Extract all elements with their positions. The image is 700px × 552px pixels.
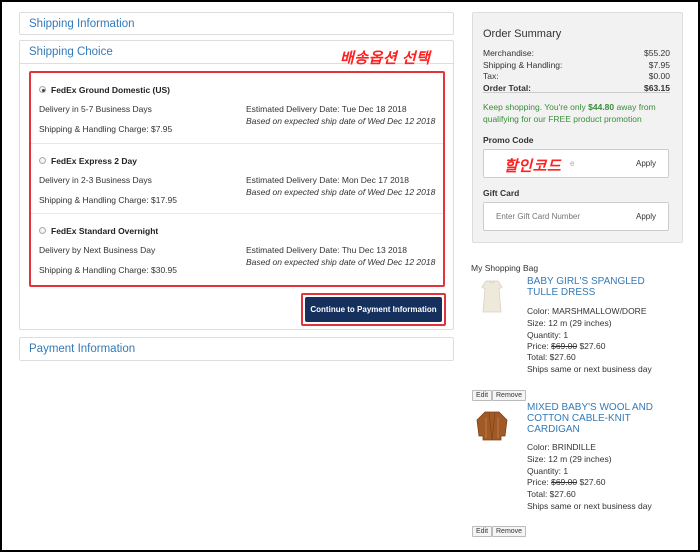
option-based-on: Based on expected ship date of Wed Dec 1…: [246, 187, 436, 197]
product-color: Color: BRINDILLE: [527, 442, 596, 452]
payment-information-panel[interactable]: Payment Information: [19, 337, 454, 361]
product-total: Total: $27.60: [527, 352, 576, 362]
option-charge: Shipping & Handling Charge: $17.95: [39, 195, 177, 205]
gift-card-label: Gift Card: [483, 188, 520, 198]
row-value: $55.20: [644, 48, 670, 58]
gift-card-group: Apply: [483, 202, 669, 231]
shipping-information-panel[interactable]: Shipping Information: [19, 12, 454, 35]
old-price: $69.00: [551, 477, 578, 487]
continue-to-payment-button[interactable]: Continue to Payment Information: [305, 297, 442, 322]
shipping-option-overnight[interactable]: FedEx Standard Overnight Delivery by Nex…: [31, 213, 443, 283]
new-price: $27.60: [577, 341, 606, 351]
row-value: $7.95: [648, 60, 670, 70]
product-price: Price: $69.00 $27.60: [527, 341, 605, 351]
promo-placeholder-tail: e: [570, 159, 575, 168]
option-name: FedEx Standard Overnight: [51, 226, 159, 236]
option-based-on: Based on expected ship date of Wed Dec 1…: [246, 257, 436, 267]
product-name[interactable]: BABY GIRL'S SPANGLED TULLE DRESS: [527, 276, 677, 298]
option-delivery: Delivery in 5-7 Business Days: [39, 104, 152, 114]
option-name: FedEx Ground Domestic (US): [51, 85, 171, 95]
row-value: $0.00: [648, 71, 670, 81]
bag-item-cardigan: MIXED BABY'S WOOL AND COTTON CABLE-KNIT …: [470, 402, 680, 538]
payment-information-title[interactable]: Payment Information: [20, 338, 453, 360]
row-label: Merchandise:: [483, 48, 535, 58]
shipping-row: Shipping & Handling: $7.95: [483, 60, 670, 70]
product-name[interactable]: MIXED BABY'S WOOL AND COTTON CABLE-KNIT …: [527, 402, 677, 435]
edit-button[interactable]: Edit: [472, 526, 493, 537]
merchandise-row: Merchandise: $55.20: [483, 48, 670, 58]
shipping-option-express[interactable]: FedEx Express 2 Day Delivery in 2-3 Busi…: [31, 143, 443, 213]
shipping-option-annotation: 배송옵션 선택: [340, 50, 431, 67]
option-estimated-date: Estimated Delivery Date: Tue Dec 18 2018: [246, 104, 407, 114]
product-image-dress[interactable]: [472, 276, 512, 316]
option-delivery: Delivery in 2-3 Business Days: [39, 175, 152, 185]
option-estimated-date: Estimated Delivery Date: Mon Dec 17 2018: [246, 175, 409, 185]
product-quantity: Quantity: 1: [527, 330, 569, 340]
gift-card-input[interactable]: [484, 203, 625, 230]
shopping-bag-title: My Shopping Bag: [471, 263, 539, 273]
product-quantity: Quantity: 1: [527, 466, 569, 476]
price-label: Price:: [527, 477, 552, 487]
summary-divider: [483, 92, 670, 93]
order-summary-title: Order Summary: [483, 28, 562, 40]
shipping-option-ground[interactable]: FedEx Ground Domestic (US) Delivery in 5…: [31, 73, 443, 143]
radio-ground[interactable]: [39, 86, 46, 93]
promo-msg-amount: $44.80: [588, 102, 615, 112]
row-label: Shipping & Handling:: [483, 60, 563, 70]
price-label: Price:: [527, 341, 552, 351]
old-price: $69.00: [551, 341, 578, 351]
radio-express[interactable]: [39, 157, 46, 164]
bag-item-dress: BABY GIRL'S SPANGLED TULLE DRESS Color: …: [470, 276, 680, 406]
option-charge: Shipping & Handling Charge: $7.95: [39, 124, 173, 134]
option-delivery: Delivery by Next Business Day: [39, 245, 156, 255]
product-price: Price: $69.00 $27.60: [527, 477, 605, 487]
option-estimated-date: Estimated Delivery Date: Thu Dec 13 2018: [246, 245, 407, 255]
gift-apply-button[interactable]: Apply: [624, 203, 668, 230]
promo-code-group: 할인코드 e Apply: [483, 149, 669, 178]
radio-overnight[interactable]: [39, 227, 46, 234]
product-total: Total: $27.60: [527, 489, 576, 499]
promo-apply-button[interactable]: Apply: [624, 150, 668, 177]
product-ships: Ships same or next business day: [527, 364, 652, 374]
promotion-message: Keep shopping. You're only $44.80 away f…: [483, 101, 670, 125]
option-name: FedEx Express 2 Day: [51, 156, 137, 166]
option-based-on: Based on expected ship date of Wed Dec 1…: [246, 116, 436, 126]
promo-code-annotation: 할인코드: [504, 158, 562, 175]
product-size: Size: 12 m (29 inches): [527, 454, 612, 464]
remove-button[interactable]: Remove: [492, 390, 527, 401]
shipping-choice-panel: Shipping Choice 배송옵션 선택 FedEx Ground Dom…: [19, 40, 454, 330]
remove-button[interactable]: Remove: [492, 526, 527, 537]
promo-msg-prefix: Keep shopping. You're only: [483, 102, 589, 112]
product-image-cardigan[interactable]: [472, 406, 512, 446]
tax-row: Tax: $0.00: [483, 71, 670, 81]
promo-code-label: Promo Code: [483, 135, 534, 145]
option-charge: Shipping & Handling Charge: $30.95: [39, 265, 177, 275]
shipping-options-group: FedEx Ground Domestic (US) Delivery in 5…: [29, 71, 445, 287]
product-color: Color: MARSHMALLOW/DORE: [527, 306, 647, 316]
continue-button-highlight: Continue to Payment Information: [301, 293, 446, 326]
edit-button[interactable]: Edit: [472, 390, 493, 401]
product-ships: Ships same or next business day: [527, 501, 652, 511]
product-size: Size: 12 m (29 inches): [527, 318, 612, 328]
shipping-information-title[interactable]: Shipping Information: [20, 13, 453, 35]
row-label: Tax:: [483, 71, 499, 81]
new-price: $27.60: [577, 477, 606, 487]
order-summary: Order Summary Merchandise: $55.20 Shippi…: [472, 12, 683, 243]
